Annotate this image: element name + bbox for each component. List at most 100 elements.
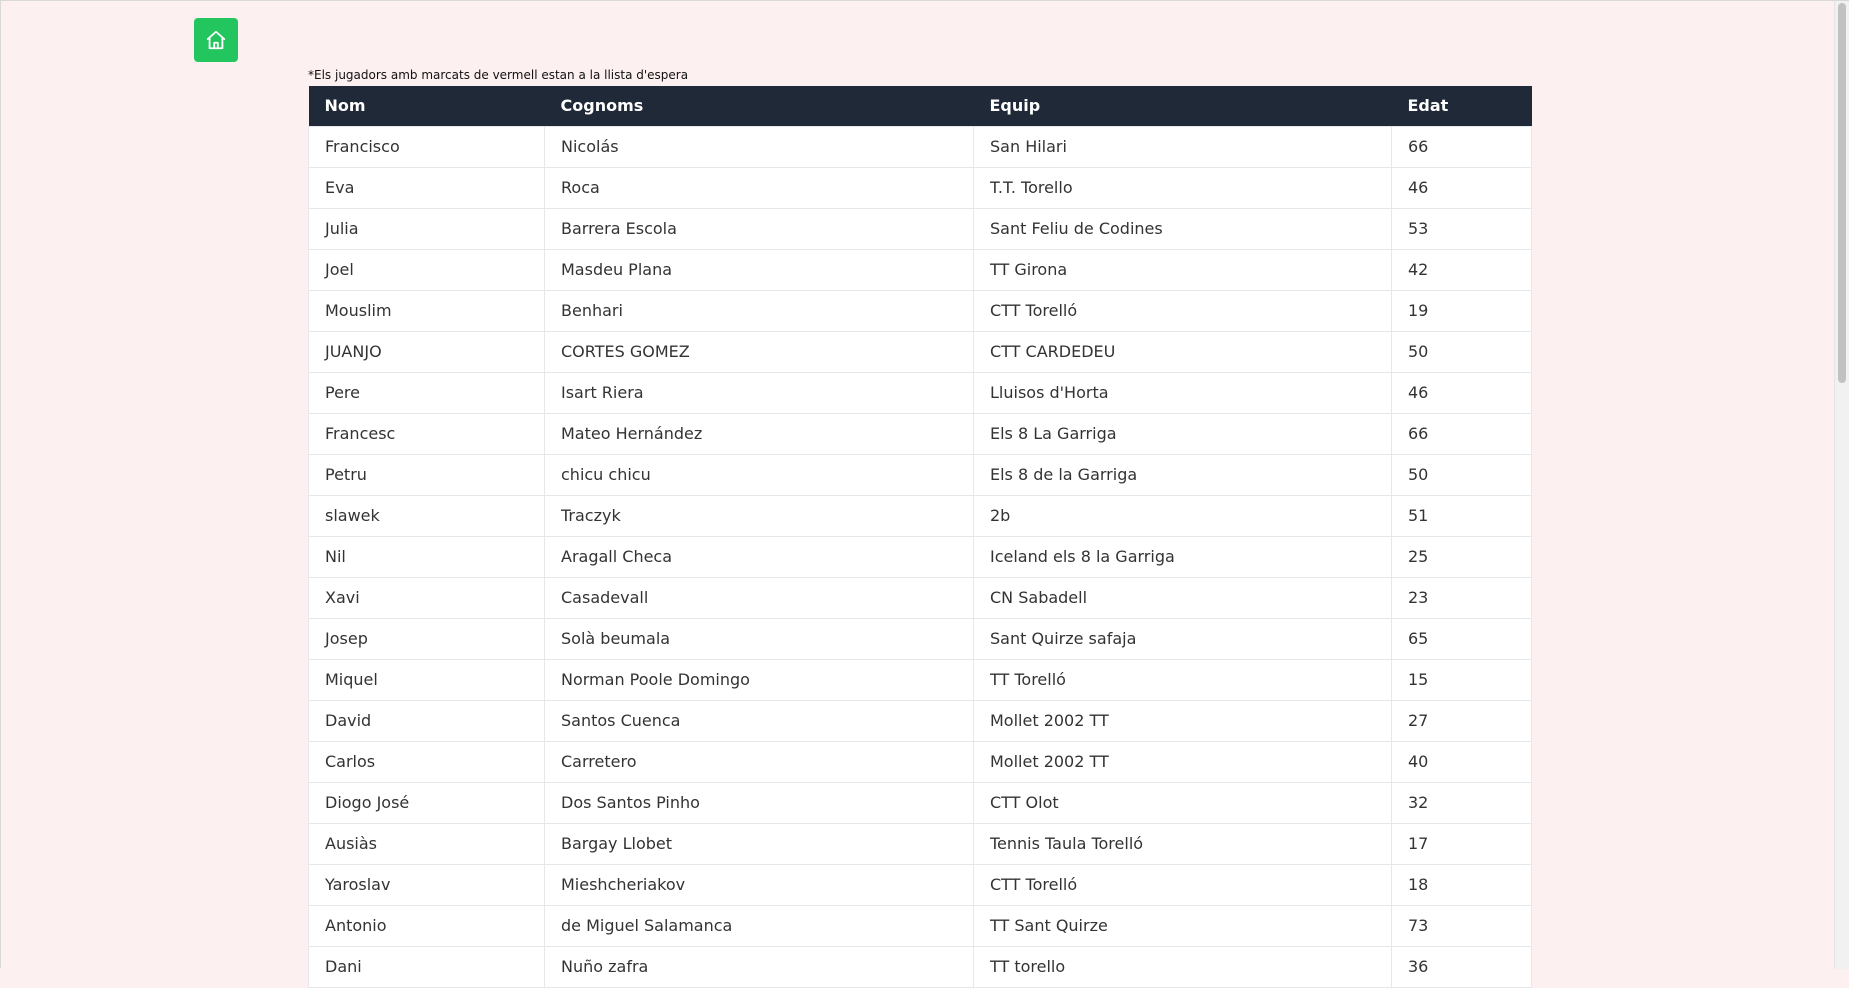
cell-cognoms: Bargay Llobet (544, 822, 974, 865)
table-row: Eva Roca T.T. Torello 46 (308, 166, 1532, 209)
table-row: Francisco Nicolás San Hilari 66 (308, 125, 1532, 168)
cell-edat: 40 (1391, 740, 1532, 783)
column-header-cognoms: Cognoms (544, 86, 974, 126)
cell-equip: CTT CARDEDEU (973, 330, 1392, 373)
cell-nom: Miquel (308, 658, 545, 701)
scrollbar-thumb[interactable] (1838, 3, 1846, 383)
cell-nom: Diogo José (308, 781, 545, 824)
cell-equip: 2b (973, 494, 1392, 537)
cell-nom: David (308, 699, 545, 742)
cell-equip: Els 8 de la Garriga (973, 453, 1392, 496)
cell-edat: 65 (1391, 617, 1532, 660)
cell-equip: Sant Feliu de Codines (973, 207, 1392, 250)
cell-edat: 27 (1391, 699, 1532, 742)
table-row: Ausiàs Bargay Llobet Tennis Taula Torelló 1… (308, 822, 1532, 865)
column-header-nom: Nom (308, 86, 545, 126)
cell-edat: 46 (1391, 166, 1532, 209)
cell-edat: 25 (1391, 535, 1532, 578)
cell-cognoms: de Miguel Salamanca (544, 904, 974, 947)
cell-nom: JUANJO (308, 330, 545, 373)
cell-equip: CTT Torelló (973, 289, 1392, 332)
table-row: Pere Isart Riera Lluisos d'Horta 46 (308, 371, 1532, 414)
cell-nom: Petru (308, 453, 545, 496)
cell-cognoms: Dos Santos Pinho (544, 781, 974, 824)
cell-nom: Mouslim (308, 289, 545, 332)
table-row: Petru chicu chicu Els 8 de la Garriga 50 (308, 453, 1532, 496)
cell-cognoms: Carretero (544, 740, 974, 783)
cell-nom: Francisco (308, 125, 545, 168)
cell-cognoms: Roca (544, 166, 974, 209)
cell-cognoms: Norman Poole Domingo (544, 658, 974, 701)
cell-edat: 15 (1391, 658, 1532, 701)
cell-cognoms: Solà beumala (544, 617, 974, 660)
cell-equip: Iceland els 8 la Garriga (973, 535, 1392, 578)
cell-equip: CTT Torelló (973, 863, 1392, 906)
cell-equip: CTT Olot (973, 781, 1392, 824)
cell-nom: Antonio (308, 904, 545, 947)
cell-equip: T.T. Torello (973, 166, 1392, 209)
players-table: Nom Cognoms Equip Edat Francisco Nicolás S… (308, 86, 1532, 988)
cell-edat: 66 (1391, 412, 1532, 455)
cell-nom: slawek (308, 494, 545, 537)
cell-cognoms: Mieshcheriakov (544, 863, 974, 906)
cell-nom: Carlos (308, 740, 545, 783)
cell-edat: 73 (1391, 904, 1532, 947)
table-row: Xavi Casadevall CN Sabadell 23 (308, 576, 1532, 619)
cell-cognoms: Barrera Escola (544, 207, 974, 250)
cell-cognoms: Masdeu Plana (544, 248, 974, 291)
cell-cognoms: Traczyk (544, 494, 974, 537)
cell-nom: Dani (308, 945, 545, 988)
table-row: Joel Masdeu Plana TT Girona 42 (308, 248, 1532, 291)
cell-equip: TT Girona (973, 248, 1392, 291)
cell-cognoms: Mateo Hernández (544, 412, 974, 455)
cell-nom: Yaroslav (308, 863, 545, 906)
table-header-row: Nom Cognoms Equip Edat (308, 86, 1532, 126)
vertical-scrollbar[interactable] (1834, 1, 1849, 969)
cell-nom: Eva (308, 166, 545, 209)
cell-edat: 50 (1391, 453, 1532, 496)
cell-cognoms: Santos Cuenca (544, 699, 974, 742)
table-row: slawek Traczyk 2b 51 (308, 494, 1532, 537)
cell-nom: Ausiàs (308, 822, 545, 865)
table-row: Carlos Carretero Mollet 2002 TT 40 (308, 740, 1532, 783)
cell-nom: Nil (308, 535, 545, 578)
cell-equip: TT torello (973, 945, 1392, 988)
home-icon (205, 29, 227, 51)
table-body: Francisco Nicolás San Hilari 66 Eva Roca T.T. … (308, 125, 1532, 988)
cell-cognoms: Nuño zafra (544, 945, 974, 988)
table-row: Nil Aragall Checa Iceland els 8 la Garriga… (308, 535, 1532, 578)
players-table-container: Nom Cognoms Equip Edat Francisco Nicolás S… (308, 86, 1532, 988)
cell-cognoms: Benhari (544, 289, 974, 332)
cell-edat: 23 (1391, 576, 1532, 619)
cell-edat: 36 (1391, 945, 1532, 988)
table-row: Dani Nuño zafra TT torello 36 (308, 945, 1532, 988)
cell-edat: 50 (1391, 330, 1532, 373)
cell-equip: CN Sabadell (973, 576, 1392, 619)
cell-edat: 17 (1391, 822, 1532, 865)
cell-equip: Tennis Taula Torelló (973, 822, 1392, 865)
cell-equip: Mollet 2002 TT (973, 740, 1392, 783)
cell-edat: 46 (1391, 371, 1532, 414)
cell-cognoms: Casadevall (544, 576, 974, 619)
home-button[interactable] (194, 18, 238, 62)
cell-equip: TT Torelló (973, 658, 1392, 701)
cell-cognoms: Nicolás (544, 125, 974, 168)
cell-nom: Julia (308, 207, 545, 250)
table-row: Mouslim Benhari CTT Torelló 19 (308, 289, 1532, 332)
waitlist-note: *Els jugadors amb marcats de vermell est… (308, 68, 689, 82)
table-row: JUANJO CORTES GOMEZ CTT CARDEDEU 50 (308, 330, 1532, 373)
cell-edat: 51 (1391, 494, 1532, 537)
cell-edat: 42 (1391, 248, 1532, 291)
cell-nom: Joel (308, 248, 545, 291)
cell-nom: Pere (308, 371, 545, 414)
table-row: Josep Solà beumala Sant Quirze safaja 65 (308, 617, 1532, 660)
table-row: Miquel Norman Poole Domingo TT Torelló 15 (308, 658, 1532, 701)
cell-edat: 66 (1391, 125, 1532, 168)
cell-equip: Mollet 2002 TT (973, 699, 1392, 742)
cell-nom: Josep (308, 617, 545, 660)
cell-nom: Xavi (308, 576, 545, 619)
cell-equip: Lluisos d'Horta (973, 371, 1392, 414)
cell-cognoms: chicu chicu (544, 453, 974, 496)
table-row: Diogo José Dos Santos Pinho CTT Olot 32 (308, 781, 1532, 824)
cell-edat: 19 (1391, 289, 1532, 332)
